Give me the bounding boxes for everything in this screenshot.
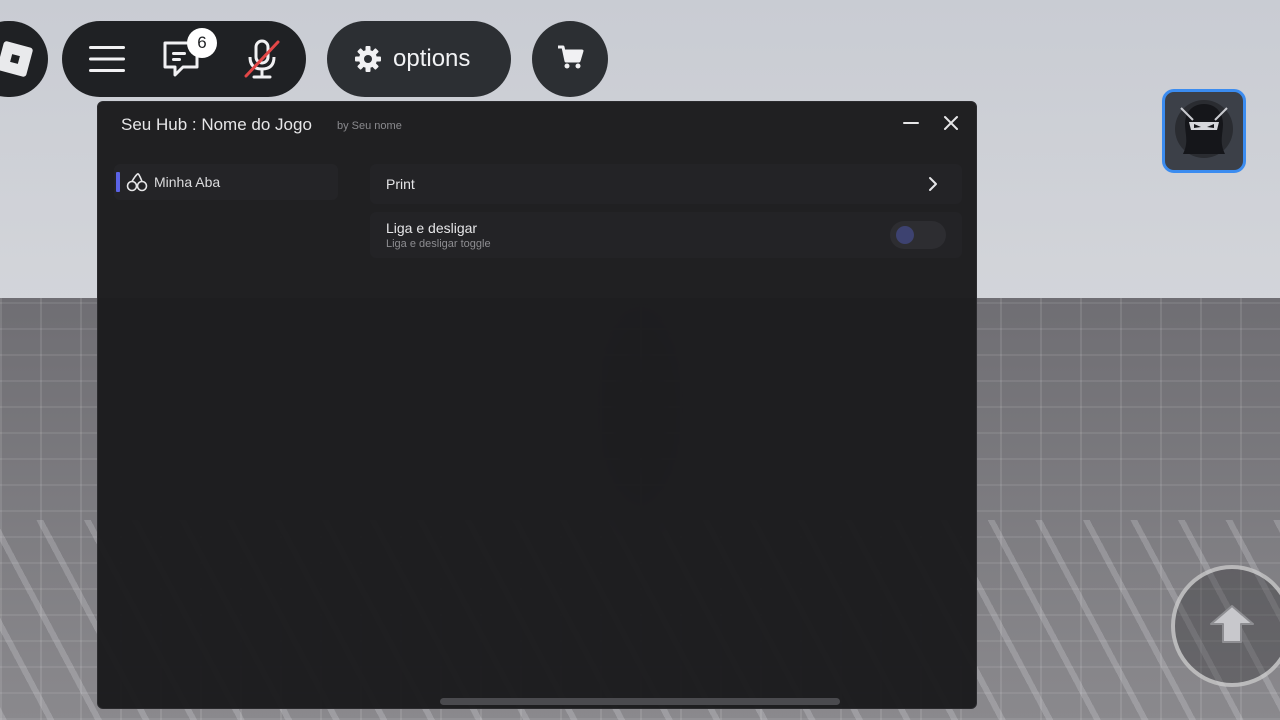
cart-icon <box>556 43 584 76</box>
close-button[interactable] <box>940 114 962 136</box>
print-button-label: Print <box>386 176 415 192</box>
arrow-up-icon <box>1209 604 1255 649</box>
options-button[interactable]: options <box>327 21 511 97</box>
hub-subtitle: by Seu nome <box>337 120 402 132</box>
chat-unread-badge: 6 <box>187 28 217 58</box>
topbar-main-group: 6 <box>62 21 306 97</box>
roblox-logo-icon <box>0 40 34 78</box>
options-label: options <box>393 45 471 72</box>
close-icon <box>943 115 959 136</box>
chevron-right-icon <box>926 175 940 198</box>
toggle-label: Liga e desligar <box>386 220 478 236</box>
ninja-avatar-icon <box>1173 98 1235 165</box>
liga-desligar-toggle-row: Liga e desligar Liga e desligar toggle <box>370 212 962 258</box>
tab-minha-aba[interactable]: Minha Aba <box>114 164 338 200</box>
toggle-knob <box>896 226 914 244</box>
home-indicator <box>440 698 840 705</box>
minimize-icon <box>903 115 919 136</box>
minimize-button[interactable] <box>900 114 922 136</box>
print-button[interactable]: Print <box>370 164 962 204</box>
mic-muted-icon[interactable] <box>240 21 284 97</box>
hub-title: Seu Hub : Nome do Jogo <box>121 115 312 134</box>
hub-window: Seu Hub : Nome do Jogo by Seu nome Minha… <box>97 101 977 709</box>
toggle-description: Liga e desligar toggle <box>386 238 491 250</box>
hub-avatar-button[interactable] <box>1162 89 1246 173</box>
hamburger-menu-icon[interactable] <box>86 21 128 97</box>
tab-selected-indicator <box>116 172 120 192</box>
tab-label: Minha Aba <box>154 174 221 190</box>
toggle-switch[interactable] <box>890 221 946 249</box>
cherries-icon <box>126 172 148 197</box>
shop-button[interactable] <box>532 21 608 97</box>
gear-icon <box>354 45 382 78</box>
